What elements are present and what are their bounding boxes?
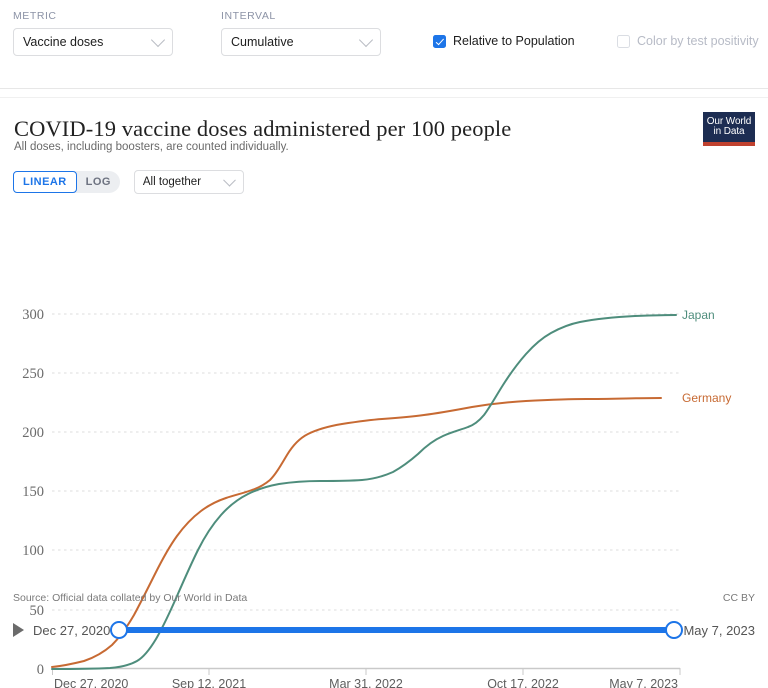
metric-label: METRIC bbox=[13, 10, 57, 22]
scale-log-option[interactable]: LOG bbox=[77, 171, 120, 193]
metric-select[interactable]: Vaccine doses bbox=[13, 28, 173, 56]
scale-toggle: LINEAR LOG bbox=[13, 171, 120, 193]
checkbox-unchecked-icon bbox=[617, 34, 630, 48]
gridlines bbox=[52, 313, 680, 611]
chevron-down-icon bbox=[222, 173, 236, 187]
logo-line-2: in Data bbox=[713, 126, 745, 137]
metric-control: METRIC Vaccine doses bbox=[13, 10, 173, 56]
timeline-track[interactable] bbox=[110, 621, 684, 639]
line-chart-plot: 300 250 200 150 100 50 0 Dec 27, 2020 Se… bbox=[0, 193, 768, 688]
facet-select[interactable]: All together bbox=[133, 170, 244, 194]
y-tick-100: 100 bbox=[22, 543, 44, 559]
series-line-japan bbox=[51, 314, 677, 670]
chart-license: CC BY bbox=[722, 592, 755, 604]
relative-to-population-label: Relative to Population bbox=[453, 34, 575, 48]
x-axis-tick-labels: Dec 27, 2020 Sep 12, 2021 Mar 31, 2022 O… bbox=[54, 677, 678, 688]
x-tick-4: May 7, 2023 bbox=[609, 677, 678, 688]
chart-toolbar: LINEAR LOG All together bbox=[13, 170, 244, 194]
timeline-start-date: Dec 27, 2020 bbox=[33, 622, 111, 638]
series-label-japan: Japan bbox=[682, 308, 715, 322]
facet-value: All together bbox=[142, 176, 202, 188]
color-by-test-positivity-checkbox: Color by test positivity bbox=[617, 34, 759, 48]
chart-card: COVID-19 vaccine doses administered per … bbox=[0, 97, 768, 688]
timeline-handle-start[interactable] bbox=[110, 621, 129, 639]
y-tick-150: 150 bbox=[22, 484, 44, 500]
y-tick-300: 300 bbox=[22, 307, 44, 323]
interval-label: INTERVAL bbox=[221, 10, 276, 22]
x-tick-3: Oct 17, 2022 bbox=[487, 677, 559, 688]
timeline-handle-end[interactable] bbox=[665, 621, 684, 639]
color-by-test-positivity-label: Color by test positivity bbox=[637, 34, 759, 48]
x-tick-2: Mar 31, 2022 bbox=[329, 677, 403, 688]
owid-grapher-page: METRIC Vaccine doses INTERVAL Cumulative… bbox=[0, 0, 768, 688]
chart-subtitle: All doses, including boosters, are count… bbox=[14, 141, 289, 153]
metric-value: Vaccine doses bbox=[23, 35, 104, 49]
timeline-end-date: May 7, 2023 bbox=[683, 622, 755, 638]
interval-control: INTERVAL Cumulative bbox=[221, 10, 381, 56]
our-world-in-data-logo: Our World in Data bbox=[703, 112, 755, 146]
time-slider: Dec 27, 2020 May 7, 2023 bbox=[0, 617, 768, 643]
play-icon[interactable] bbox=[13, 623, 24, 637]
checkbox-checked-icon bbox=[433, 34, 446, 48]
x-tick-0: Dec 27, 2020 bbox=[54, 677, 128, 688]
scale-linear-option[interactable]: LINEAR bbox=[13, 171, 77, 193]
series-label-germany: Germany bbox=[682, 391, 731, 405]
controls-bar: METRIC Vaccine doses INTERVAL Cumulative… bbox=[0, 0, 768, 89]
chevron-down-icon bbox=[150, 32, 166, 48]
chart-source: Source: Official data collated by Our Wo… bbox=[13, 592, 248, 604]
relative-to-population-checkbox[interactable]: Relative to Population bbox=[433, 34, 575, 48]
y-tick-250: 250 bbox=[22, 366, 44, 382]
x-tick-1: Sep 12, 2021 bbox=[172, 677, 246, 688]
chart-svg: 300 250 200 150 100 50 0 Dec 27, 2020 Se… bbox=[22, 307, 731, 688]
y-tick-0: 0 bbox=[37, 662, 44, 678]
chart-title: COVID-19 vaccine doses administered per … bbox=[14, 116, 512, 141]
interval-select[interactable]: Cumulative bbox=[221, 28, 381, 56]
interval-value: Cumulative bbox=[231, 35, 294, 49]
y-tick-200: 200 bbox=[22, 425, 44, 441]
chevron-down-icon bbox=[358, 32, 374, 48]
